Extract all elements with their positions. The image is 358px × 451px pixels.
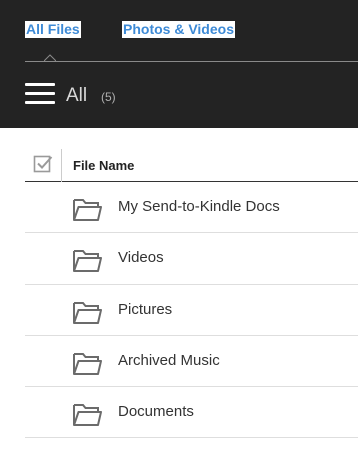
item-count: (5) [101, 90, 116, 104]
file-list: My Send-to-Kindle Docs Videos Pictures A… [25, 182, 358, 439]
folder-icon [73, 199, 102, 221]
list-item[interactable]: Pictures [25, 285, 358, 336]
list-item[interactable]: Archived Music [25, 336, 358, 388]
folder-icon [73, 250, 102, 273]
file-name[interactable]: Pictures [118, 301, 172, 319]
file-name[interactable]: Documents [118, 403, 194, 421]
table-header: File Name [25, 149, 358, 182]
list-item[interactable]: Videos [25, 233, 358, 285]
folder-icon [73, 404, 102, 427]
view-title: All [66, 85, 88, 106]
tab-all-files[interactable]: All Files [25, 21, 81, 38]
folder-icon [73, 301, 102, 324]
tab-underline [25, 61, 358, 62]
list-item[interactable]: My Send-to-Kindle Docs [25, 182, 358, 234]
file-name[interactable]: Videos [118, 249, 164, 267]
column-divider [61, 149, 62, 182]
hamburger-menu-icon[interactable] [25, 82, 55, 106]
top-header: All Files Photos & Videos All (5) [0, 0, 358, 128]
folder-icon [73, 352, 102, 375]
tab-photos-videos[interactable]: Photos & Videos [122, 21, 235, 38]
file-name[interactable]: Archived Music [118, 352, 220, 370]
select-all-checkbox-icon[interactable] [33, 154, 53, 174]
list-item[interactable]: Documents [25, 387, 358, 439]
column-header-file-name[interactable]: File Name [73, 158, 134, 174]
file-name[interactable]: My Send-to-Kindle Docs [118, 198, 280, 216]
active-tab-indicator-icon [44, 54, 56, 62]
